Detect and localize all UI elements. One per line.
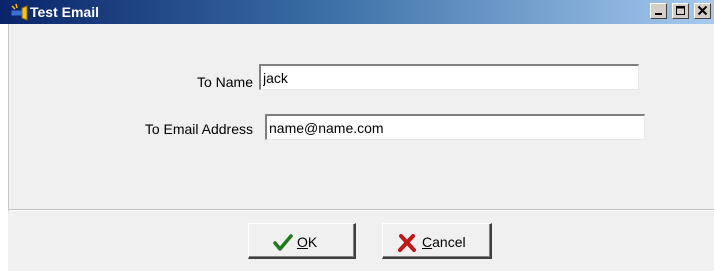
maximize-icon xyxy=(676,6,685,15)
ok-button-label: OK xyxy=(297,234,318,250)
cancel-button-label: Cancel xyxy=(422,234,466,250)
checkmark-icon xyxy=(273,233,293,253)
minimize-button[interactable] xyxy=(650,3,667,19)
minimize-icon xyxy=(655,13,662,15)
close-icon xyxy=(697,5,708,16)
title-bar[interactable]: Test Email xyxy=(0,0,714,24)
to-name-input[interactable] xyxy=(259,64,639,90)
close-button[interactable] xyxy=(694,3,711,19)
maximize-button[interactable] xyxy=(672,3,689,19)
cancel-button[interactable]: Cancel xyxy=(382,223,492,259)
button-bar: OK Cancel xyxy=(8,211,714,271)
window-title: Test Email xyxy=(30,4,99,20)
app-icon xyxy=(10,3,28,21)
to-email-label: To Email Address xyxy=(144,121,253,137)
x-mark-icon xyxy=(397,233,417,253)
to-email-input[interactable] xyxy=(265,114,645,140)
test-email-window: Test Email To Name To Email Address xyxy=(0,0,714,271)
ok-button[interactable]: OK xyxy=(248,223,356,259)
to-name-label: To Name xyxy=(196,74,253,90)
